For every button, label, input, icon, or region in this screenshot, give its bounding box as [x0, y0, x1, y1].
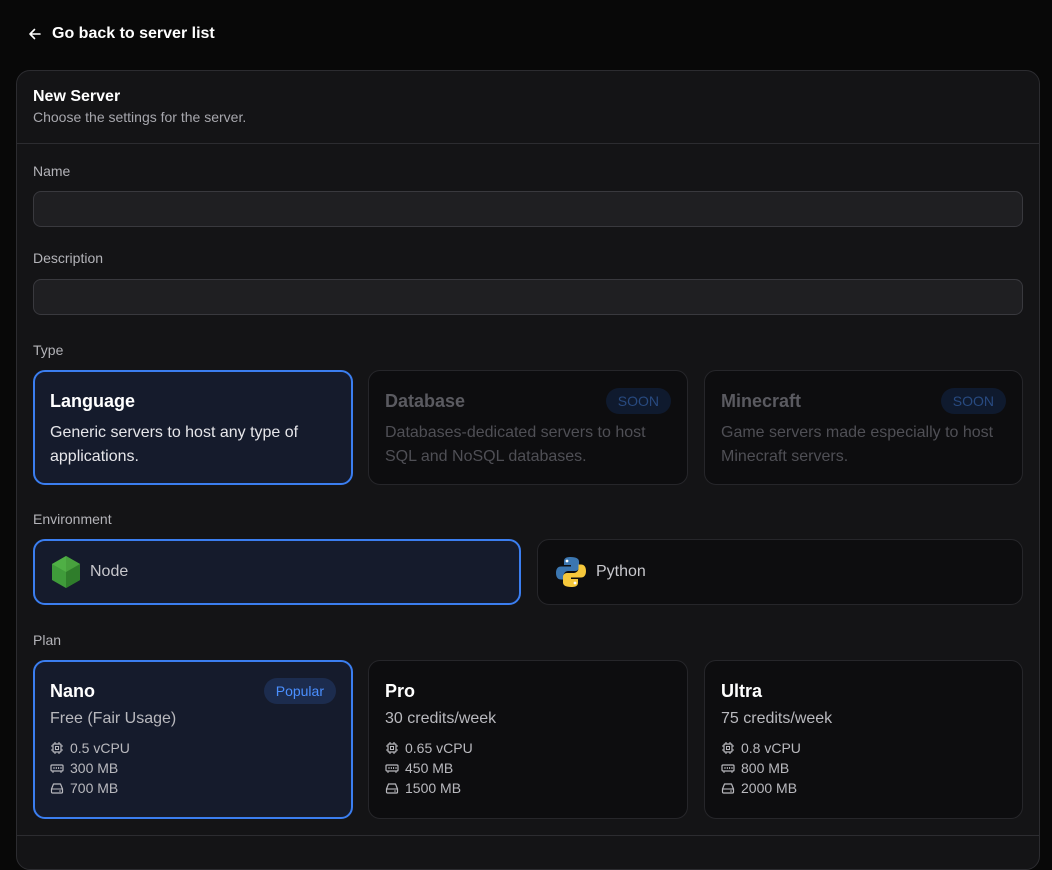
memory-icon	[50, 764, 64, 773]
plan-spec-disk: 1500 MB	[385, 778, 671, 798]
nodejs-icon	[52, 556, 80, 588]
name-input[interactable]	[33, 191, 1023, 227]
type-option-language[interactable]: Language Generic servers to host any typ…	[33, 370, 353, 485]
cpu-icon	[722, 742, 734, 754]
plan-spec-ram-value: 300 MB	[70, 760, 119, 776]
soon-badge: SOON	[605, 388, 671, 414]
description-label: Description	[33, 250, 104, 266]
hard-drive-icon	[721, 783, 735, 794]
plan-spec-ram-value: 800 MB	[741, 760, 790, 776]
popular-badge: Popular	[263, 678, 336, 704]
plan-specs: 0.5 vCPU 300 MB 700 MB	[50, 738, 336, 798]
type-label: Type	[33, 342, 64, 358]
plan-spec-disk-value: 2000 MB	[741, 780, 798, 796]
plan-spec-disk-value: 700 MB	[70, 780, 119, 796]
plan-title: Ultra	[721, 681, 763, 701]
environment-label: Environment	[33, 511, 112, 527]
environment-option-node[interactable]: Node	[33, 539, 521, 605]
soon-badge: SOON	[940, 388, 1006, 414]
plan-price: Free (Fair Usage)	[50, 710, 177, 727]
hard-drive-icon	[50, 783, 64, 794]
card-footer-divider	[17, 835, 1039, 836]
plan-specs: 0.65 vCPU 450 MB 1500 MB	[385, 738, 671, 798]
environment-option-label: Node	[90, 563, 129, 580]
card-subtitle: Choose the settings for the server.	[33, 109, 247, 125]
cpu-icon	[51, 742, 63, 754]
type-option-description: Databases-dedicated servers to host SQL …	[385, 424, 646, 465]
plan-spec-ram: 800 MB	[721, 758, 1006, 778]
plan-spec-ram: 300 MB	[50, 758, 336, 778]
hard-drive-icon	[385, 783, 399, 794]
back-to-server-list-link[interactable]: Go back to server list	[28, 24, 215, 44]
plan-spec-ram-value: 450 MB	[405, 760, 454, 776]
card-title: New Server	[33, 88, 121, 105]
type-option-title: Language	[50, 391, 136, 411]
arrow-left-icon	[29, 28, 41, 40]
type-option-description: Generic servers to host any type of appl…	[50, 424, 299, 465]
environment-option-label: Python	[596, 563, 646, 580]
plan-spec-cpu-value: 0.8 vCPU	[741, 740, 801, 756]
plan-spec-disk: 2000 MB	[721, 778, 1006, 798]
environment-option-python[interactable]: Python	[537, 539, 1023, 605]
memory-icon	[721, 764, 735, 773]
new-server-card: New Server Choose the settings for the s…	[16, 70, 1040, 870]
plan-spec-cpu-value: 0.65 vCPU	[405, 740, 473, 756]
plan-spec-cpu: 0.8 vCPU	[721, 738, 1006, 758]
plan-specs: 0.8 vCPU 800 MB 2000 MB	[721, 738, 1006, 798]
description-input[interactable]	[33, 279, 1023, 315]
plan-label: Plan	[33, 632, 62, 648]
plan-spec-disk: 700 MB	[50, 778, 336, 798]
python-icon	[556, 557, 586, 587]
plan-price: 30 credits/week	[385, 710, 497, 727]
type-option-database: Database Databases-dedicated servers to …	[368, 370, 688, 485]
name-label: Name	[33, 163, 71, 179]
plan-price: 75 credits/week	[721, 710, 833, 727]
back-link-label: Go back to server list	[52, 25, 215, 42]
plan-title: Pro	[385, 681, 416, 701]
cpu-icon	[386, 742, 398, 754]
plan-option-pro[interactable]: Pro 30 credits/week 0.65 vCPU 450 MB 150…	[368, 660, 688, 819]
plan-spec-cpu: 0.65 vCPU	[385, 738, 671, 758]
plan-spec-cpu-value: 0.5 vCPU	[70, 740, 130, 756]
plan-spec-cpu: 0.5 vCPU	[50, 738, 336, 758]
plan-option-ultra[interactable]: Ultra 75 credits/week 0.8 vCPU 800 MB 20…	[704, 660, 1023, 819]
type-option-description: Game servers made especially to host Min…	[721, 424, 994, 465]
plan-spec-disk-value: 1500 MB	[405, 780, 462, 796]
plan-option-nano[interactable]: Nano Popular Free (Fair Usage) 0.5 vCPU …	[33, 660, 353, 819]
card-header: New Server Choose the settings for the s…	[17, 71, 1039, 144]
plan-spec-ram: 450 MB	[385, 758, 671, 778]
memory-icon	[385, 764, 399, 773]
type-option-minecraft: Minecraft Game servers made especially t…	[704, 370, 1023, 485]
